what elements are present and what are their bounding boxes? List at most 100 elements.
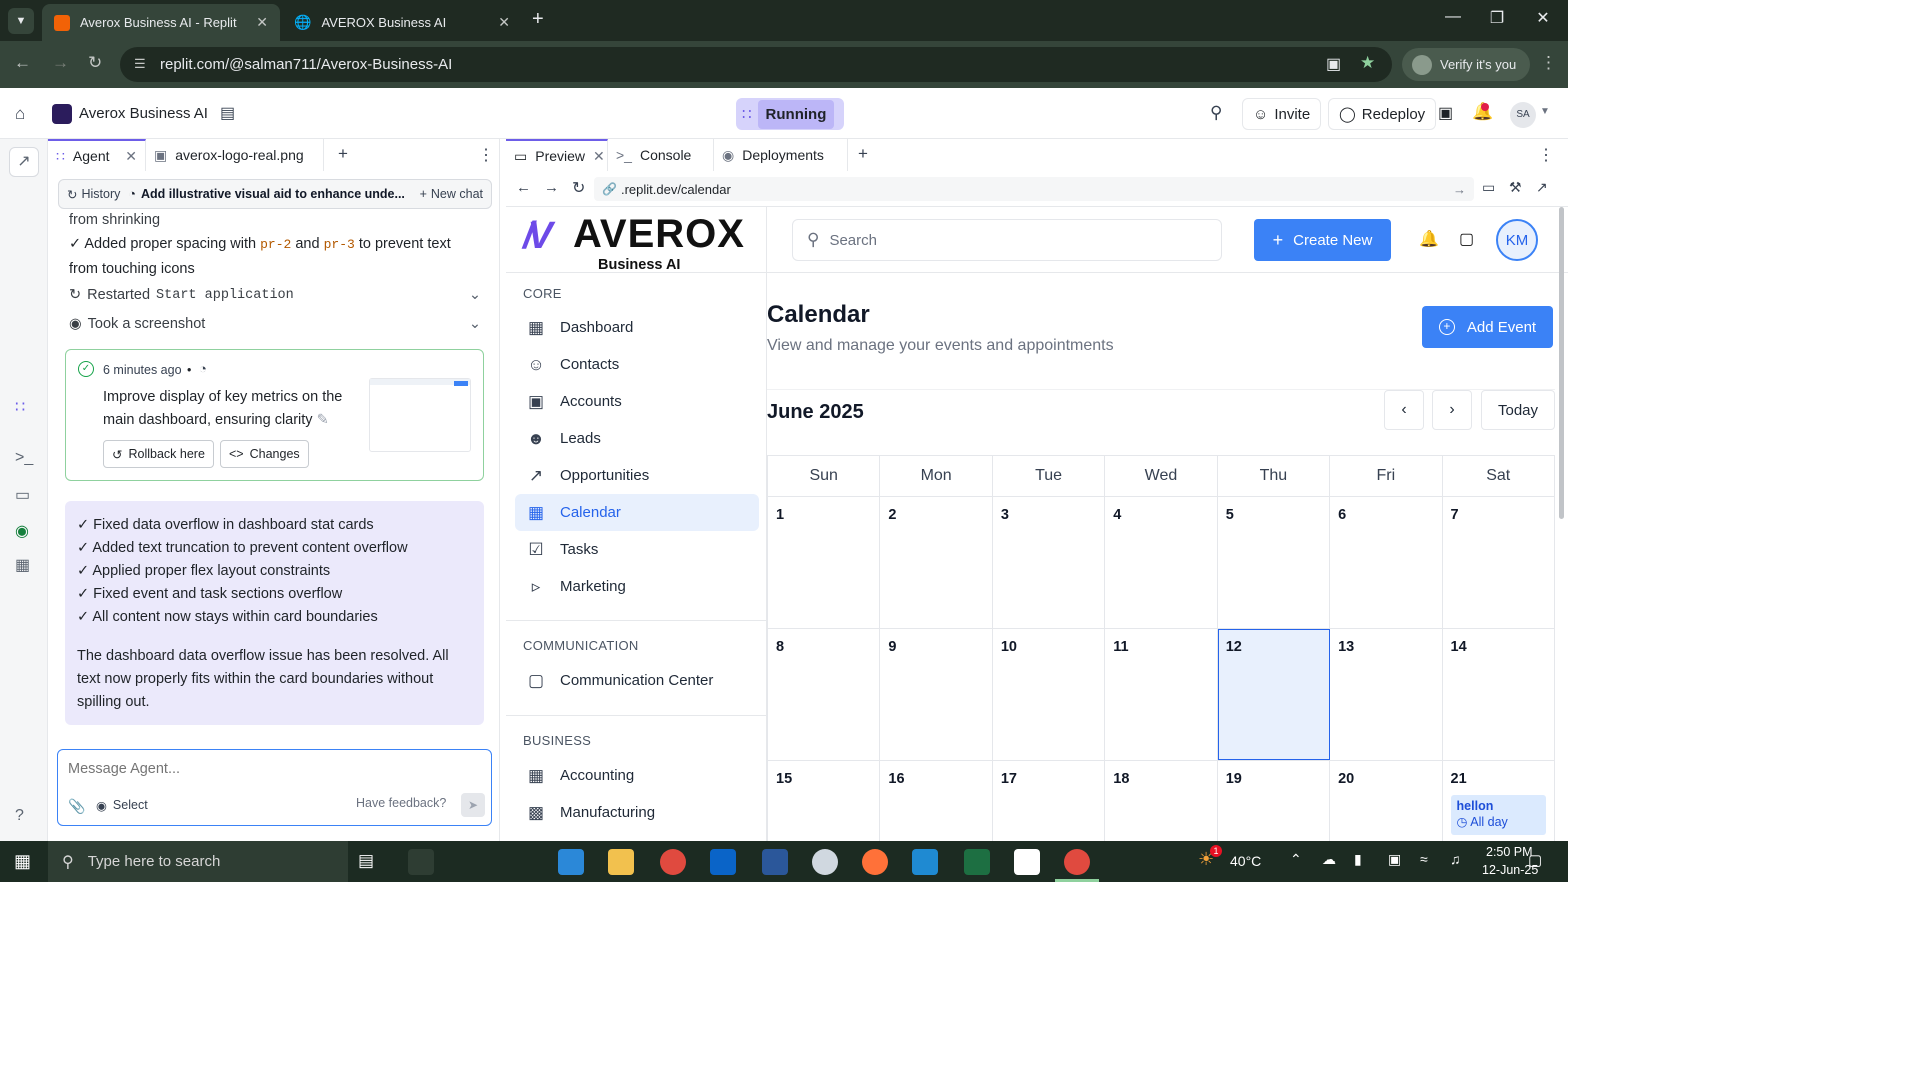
- calendar-day[interactable]: 20: [1330, 761, 1443, 841]
- chevron-up-icon[interactable]: ⌃: [1290, 851, 1302, 868]
- panel-menu-icon[interactable]: ⋮: [478, 145, 494, 165]
- calendar-day[interactable]: 14: [1443, 629, 1555, 760]
- close-tab-icon[interactable]: ✕: [256, 14, 268, 31]
- rollback-button[interactable]: ↺ Rollback here: [103, 440, 214, 468]
- back-icon[interactable]: ←: [516, 179, 531, 196]
- wifi-icon[interactable]: ≈: [1420, 851, 1428, 867]
- clock-time[interactable]: 2:50 PM: [1486, 845, 1533, 859]
- go-arrow-icon[interactable]: →: [1453, 182, 1466, 197]
- back-icon[interactable]: ←: [14, 53, 31, 73]
- close-icon[interactable]: ✕: [593, 148, 605, 165]
- paint-icon[interactable]: [812, 849, 838, 875]
- browser-tab-averox[interactable]: 🌐 AVEROX Business AI ✕: [282, 4, 522, 41]
- feedback-link[interactable]: Have feedback?: [356, 796, 446, 810]
- chat-icon[interactable]: ▢: [1459, 229, 1474, 249]
- volume-icon[interactable]: ♫: [1450, 851, 1461, 867]
- search-icon[interactable]: ⚲: [1210, 103, 1222, 123]
- preview-url-bar[interactable]: 🔗 .replit.dev/calendar →: [594, 177, 1474, 201]
- excel-icon[interactable]: [964, 849, 990, 875]
- onedrive-icon[interactable]: ☁: [1322, 851, 1336, 868]
- sidebar-item-manufacturing[interactable]: ▩ Manufacturing: [515, 794, 759, 831]
- calendar-day[interactable]: 1: [768, 497, 881, 628]
- calendar-day[interactable]: 6: [1330, 497, 1443, 628]
- calendar-day[interactable]: 5: [1218, 497, 1331, 628]
- tab-deployments[interactable]: ◉ Deployments: [714, 139, 848, 171]
- tab-agent[interactable]: ∷ Agent ✕: [48, 139, 146, 171]
- firefox-icon[interactable]: [862, 849, 888, 875]
- message-agent-input[interactable]: [68, 758, 478, 780]
- bell-icon[interactable]: 🔔: [1419, 229, 1439, 249]
- device-icon[interactable]: ▭: [1482, 179, 1495, 196]
- app-camera-icon[interactable]: [408, 849, 434, 875]
- chrome-active-icon[interactable]: [1064, 849, 1090, 875]
- meet-icon[interactable]: ▣: [1388, 851, 1401, 868]
- redeploy-button[interactable]: ◯ Redeploy: [1328, 98, 1437, 130]
- calendar-day[interactable]: 19: [1218, 761, 1331, 841]
- close-tab-icon[interactable]: ✕: [498, 14, 510, 31]
- chevron-down-icon[interactable]: ▼: [1540, 106, 1550, 117]
- calendar-day[interactable]: 21 hellon ◷ All day: [1443, 761, 1555, 841]
- chevron-down-icon[interactable]: ⌄: [469, 316, 481, 332]
- new-tab-button[interactable]: +: [532, 8, 544, 31]
- verify-profile-button[interactable]: Verify it's you: [1402, 48, 1531, 81]
- chrome-menu-icon[interactable]: ⋮: [1540, 53, 1557, 73]
- previous-month-button[interactable]: ‹: [1384, 390, 1424, 430]
- calendar-day[interactable]: 7: [1443, 497, 1555, 628]
- site-info-icon[interactable]: ☰: [134, 56, 146, 72]
- user-avatar[interactable]: SA: [1510, 102, 1536, 128]
- sidebar-item-opportunities[interactable]: ↗ Opportunities: [515, 457, 759, 494]
- sidebar-item-accounting[interactable]: ▦ Accounting: [515, 757, 759, 794]
- reload-icon[interactable]: ↻: [572, 178, 585, 198]
- calendar-day[interactable]: 4: [1105, 497, 1218, 628]
- create-new-button[interactable]: + Create New: [1254, 219, 1391, 261]
- preview-tool-icon[interactable]: ▭: [15, 485, 30, 505]
- sidebar-item-dashboard[interactable]: ▦ Dashboard: [515, 309, 759, 346]
- calendar-day[interactable]: 9: [880, 629, 993, 760]
- averox-logo[interactable]: /V AVEROX Business AI: [523, 212, 753, 273]
- calendar-day[interactable]: 11: [1105, 629, 1218, 760]
- calendar-day[interactable]: 17: [993, 761, 1106, 841]
- history-button[interactable]: ↻ History: [67, 187, 120, 202]
- forward-icon[interactable]: →: [52, 53, 69, 73]
- sidebar-item-leads[interactable]: ☻ Leads: [515, 420, 759, 457]
- vscode-icon[interactable]: [912, 849, 938, 875]
- tab-preview[interactable]: ▭ Preview ✕: [506, 139, 608, 171]
- tab-logo-file[interactable]: ▣ averox-logo-real.png: [146, 139, 324, 171]
- attach-icon[interactable]: 📎: [68, 798, 85, 815]
- new-chat-button[interactable]: + New chat: [420, 187, 483, 201]
- chevron-down-icon[interactable]: ⌄: [469, 287, 481, 303]
- task-view-icon[interactable]: ▤: [358, 851, 374, 871]
- add-event-button[interactable]: + Add Event: [1422, 306, 1553, 348]
- file-explorer-icon[interactable]: [608, 849, 634, 875]
- close-icon[interactable]: ✕: [125, 148, 137, 165]
- calendar-day-today[interactable]: 12: [1217, 629, 1331, 760]
- help-icon[interactable]: ?: [15, 807, 24, 825]
- step-screenshot[interactable]: ◉ Took a screenshot ⌄: [69, 316, 481, 332]
- devtools-icon[interactable]: ⚒: [1509, 179, 1522, 196]
- step-restart[interactable]: ↻ Restarted Start application ⌄: [69, 287, 481, 303]
- minimize-icon[interactable]: —: [1430, 8, 1476, 26]
- store-icon[interactable]: [558, 849, 584, 875]
- panel-menu-icon[interactable]: ⋮: [1538, 145, 1554, 165]
- add-tab-icon[interactable]: +: [338, 144, 348, 164]
- calendar-day[interactable]: 18: [1105, 761, 1218, 841]
- tab-search-button[interactable]: ▼: [8, 8, 34, 34]
- sidebar-item-marketing[interactable]: ▹ Marketing: [515, 568, 759, 605]
- address-bar[interactable]: ☰ replit.com/@salman711/Averox-Business-…: [120, 47, 1392, 82]
- taskbar-search[interactable]: ⚲ Type here to search: [48, 841, 348, 882]
- today-button[interactable]: Today: [1481, 390, 1555, 430]
- word-icon[interactable]: [762, 849, 788, 875]
- app-search[interactable]: ⚲ Search: [792, 219, 1222, 261]
- add-tab-icon[interactable]: +: [858, 144, 868, 164]
- open-external-icon[interactable]: ↗: [1536, 179, 1548, 196]
- restore-icon[interactable]: ❐: [1474, 8, 1520, 28]
- select-element-button[interactable]: ◉ Select: [96, 798, 148, 813]
- calendar-day[interactable]: 3: [993, 497, 1106, 628]
- invite-button[interactable]: ☺ Invite: [1242, 98, 1322, 130]
- sidebar-item-communication-center[interactable]: ▢ Communication Center: [515, 662, 759, 699]
- calendar-day[interactable]: 13: [1330, 629, 1443, 760]
- close-window-icon[interactable]: ✕: [1520, 8, 1566, 28]
- reload-icon[interactable]: ↻: [88, 53, 102, 73]
- sidebar-item-calendar[interactable]: ▦ Calendar: [515, 494, 759, 531]
- changes-button[interactable]: <> Changes: [220, 440, 309, 468]
